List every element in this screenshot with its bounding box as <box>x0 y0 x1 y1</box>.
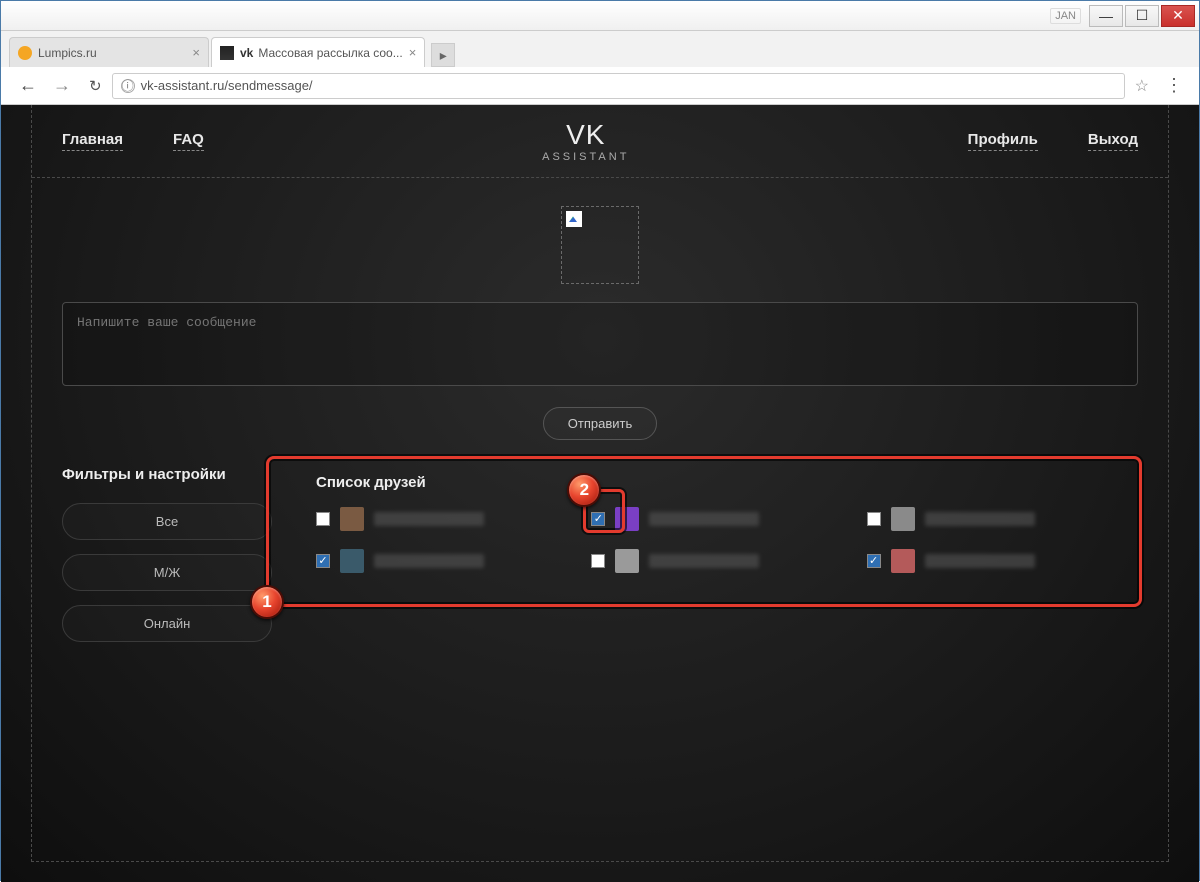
friend-avatar <box>891 549 915 573</box>
new-tab-button[interactable]: ▸ <box>431 43 455 67</box>
back-button[interactable]: ← <box>11 75 45 96</box>
friend-checkbox[interactable] <box>591 512 605 526</box>
reload-button[interactable]: ↻ <box>79 77 112 95</box>
nav-link-faq[interactable]: FAQ <box>173 131 204 151</box>
friend-item[interactable] <box>867 507 1118 531</box>
nav-link-logout[interactable]: Выход <box>1088 131 1138 151</box>
favicon-icon <box>220 46 234 60</box>
friend-name-blurred <box>374 512 484 526</box>
logo-main: VK <box>542 119 629 151</box>
filter-gender-button[interactable]: М/Ж <box>62 554 272 591</box>
friend-avatar <box>615 507 639 531</box>
close-window-button[interactable]: ✕ <box>1161 5 1195 27</box>
site-info-icon[interactable]: ⓘ <box>121 79 135 93</box>
profile-avatar-placeholder <box>561 206 639 284</box>
logo-sub: ASSISTANT <box>542 151 629 163</box>
friends-list-panel: 1 Список друзей 2 <box>296 460 1138 603</box>
tab-lumpics[interactable]: Lumpics.ru × <box>9 37 209 67</box>
browser-toolbar: ← → ↻ ⓘ vk-assistant.ru/sendmessage/ ☆ ⋮ <box>1 67 1199 105</box>
broken-image-icon <box>566 211 582 227</box>
browser-tabs: Lumpics.ru × vk Массовая рассылка соо...… <box>1 31 1199 67</box>
friend-name-blurred <box>374 554 484 568</box>
header-left-nav: Главная FAQ <box>62 131 204 151</box>
tab-title: Массовая рассылка соо... <box>258 46 402 60</box>
close-tab-icon[interactable]: × <box>186 45 200 60</box>
tab-prefix: vk <box>240 46 253 60</box>
friend-avatar <box>340 507 364 531</box>
friend-avatar <box>891 507 915 531</box>
message-input[interactable] <box>62 302 1138 386</box>
url-text: vk-assistant.ru/sendmessage/ <box>141 78 313 93</box>
window-titlebar: JAN — ☐ ✕ <box>1 1 1199 31</box>
friend-name-blurred <box>925 554 1035 568</box>
tab-title: Lumpics.ru <box>38 46 97 60</box>
bookmark-star-icon[interactable]: ☆ <box>1125 76 1159 96</box>
friend-checkbox[interactable] <box>867 554 881 568</box>
maximize-button[interactable]: ☐ <box>1125 5 1159 27</box>
filter-online-button[interactable]: Онлайн <box>62 605 272 642</box>
friend-item[interactable] <box>591 549 842 573</box>
friend-checkbox[interactable] <box>316 554 330 568</box>
tab-vk-assistant[interactable]: vk Массовая рассылка соо... × <box>211 37 425 67</box>
friend-name-blurred <box>925 512 1035 526</box>
minimize-button[interactable]: — <box>1089 5 1123 27</box>
filter-all-button[interactable]: Все <box>62 503 272 540</box>
nav-link-home[interactable]: Главная <box>62 131 123 151</box>
friend-avatar <box>340 549 364 573</box>
friend-item[interactable] <box>316 549 567 573</box>
filters-sidebar: Фильтры и настройки Все М/Ж Онлайн <box>62 460 272 656</box>
forward-button[interactable]: → <box>45 75 79 96</box>
friend-avatar <box>615 549 639 573</box>
friends-list-title: Список друзей <box>316 474 1118 491</box>
friend-item[interactable] <box>316 507 567 531</box>
friend-name-blurred <box>649 512 759 526</box>
browser-menu-icon[interactable]: ⋮ <box>1159 75 1189 96</box>
friend-checkbox[interactable] <box>867 512 881 526</box>
friend-name-blurred <box>649 554 759 568</box>
friend-item[interactable] <box>867 549 1118 573</box>
site-logo: VK ASSISTANT <box>542 119 629 163</box>
filters-title: Фильтры и настройки <box>62 466 272 483</box>
address-bar[interactable]: ⓘ vk-assistant.ru/sendmessage/ <box>112 73 1125 99</box>
friend-item[interactable]: 2 <box>591 507 842 531</box>
nav-link-profile[interactable]: Профиль <box>968 131 1038 151</box>
friend-checkbox[interactable] <box>591 554 605 568</box>
lang-indicator: JAN <box>1050 8 1081 24</box>
friend-checkbox[interactable] <box>316 512 330 526</box>
send-button[interactable]: Отправить <box>543 407 657 440</box>
header-right-nav: Профиль Выход <box>968 131 1138 151</box>
page-content: Главная FAQ VK ASSISTANT Профиль Выход О… <box>1 105 1199 882</box>
favicon-icon <box>18 46 32 60</box>
close-tab-icon[interactable]: × <box>403 45 417 60</box>
site-header: Главная FAQ VK ASSISTANT Профиль Выход <box>32 105 1168 178</box>
